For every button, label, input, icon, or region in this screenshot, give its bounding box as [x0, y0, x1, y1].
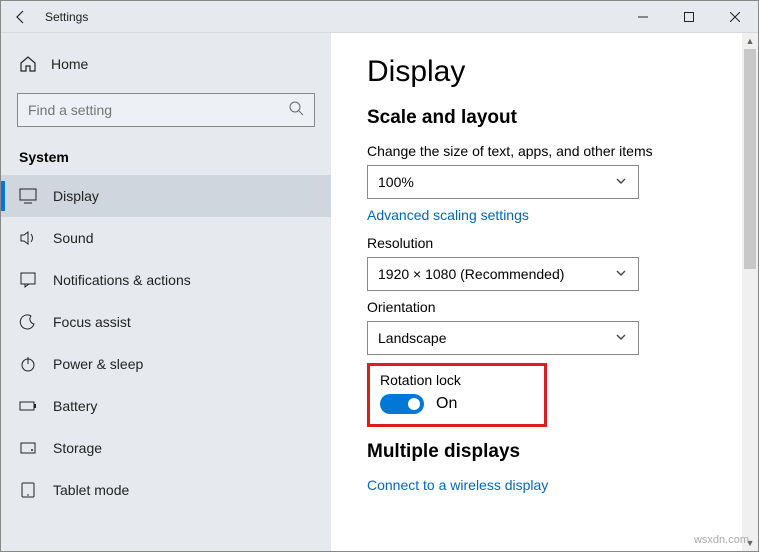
resolution-value: 1920 × 1080 (Recommended) [378, 266, 564, 282]
chevron-down-icon [614, 330, 628, 347]
back-button[interactable] [1, 9, 41, 25]
scrollbar-up[interactable]: ▲ [742, 33, 758, 49]
titlebar: Settings [1, 1, 758, 33]
orientation-select[interactable]: Landscape [367, 321, 639, 355]
sidebar-item-label: Battery [53, 398, 97, 414]
sidebar-item-battery[interactable]: Battery [1, 385, 331, 427]
storage-icon [19, 439, 37, 457]
sidebar-item-label: Display [53, 188, 99, 204]
sound-icon [19, 229, 37, 247]
battery-icon [19, 397, 37, 415]
orientation-value: Landscape [378, 330, 447, 346]
sidebar-item-label: Power & sleep [53, 356, 143, 372]
sidebar-item-storage[interactable]: Storage [1, 427, 331, 469]
page-title: Display [367, 55, 722, 89]
search-input[interactable] [28, 102, 288, 118]
scrollbar[interactable]: ▲ ▼ [742, 33, 758, 551]
body: Home System Display Sound Notifications … [1, 33, 758, 551]
minimize-button[interactable] [620, 1, 666, 33]
section-multiple-displays: Multiple displays [367, 441, 722, 463]
home-item[interactable]: Home [1, 45, 331, 83]
chevron-down-icon [614, 174, 628, 191]
focus-assist-icon [19, 313, 37, 331]
display-icon [19, 187, 37, 205]
sidebar-item-power-sleep[interactable]: Power & sleep [1, 343, 331, 385]
section-title: System [1, 131, 331, 175]
sidebar-item-label: Focus assist [53, 314, 131, 330]
window-title: Settings [45, 10, 88, 24]
sidebar-item-label: Tablet mode [53, 482, 129, 498]
resolution-select[interactable]: 1920 × 1080 (Recommended) [367, 257, 639, 291]
home-icon [19, 55, 37, 73]
rotation-toggle[interactable] [380, 394, 424, 414]
chevron-down-icon [614, 266, 628, 283]
watermark: wsxdn.com [694, 534, 749, 546]
rotation-lock-highlight: Rotation lock On [367, 363, 547, 427]
sidebar-item-display[interactable]: Display [1, 175, 331, 217]
sidebar-item-label: Notifications & actions [53, 272, 191, 288]
scale-label: Change the size of text, apps, and other… [367, 143, 722, 159]
scale-value: 100% [378, 174, 414, 190]
wireless-display-link[interactable]: Connect to a wireless display [367, 477, 722, 493]
home-label: Home [51, 56, 88, 72]
scrollbar-thumb[interactable] [744, 49, 756, 269]
section-scale-layout: Scale and layout [367, 107, 722, 129]
settings-window: Settings Home System Display Sound [0, 0, 759, 552]
sidebar-item-label: Storage [53, 440, 102, 456]
power-icon [19, 355, 37, 373]
scale-select[interactable]: 100% [367, 165, 639, 199]
sidebar-item-label: Sound [53, 230, 93, 246]
advanced-scaling-link[interactable]: Advanced scaling settings [367, 207, 722, 223]
close-button[interactable] [712, 1, 758, 33]
content-area: Display Scale and layout Change the size… [331, 33, 758, 551]
toggle-knob [408, 398, 420, 410]
sidebar: Home System Display Sound Notifications … [1, 33, 331, 551]
rotation-label: Rotation lock [380, 372, 534, 388]
search-box[interactable] [17, 93, 315, 127]
maximize-button[interactable] [666, 1, 712, 33]
resolution-label: Resolution [367, 235, 722, 251]
sidebar-item-focus-assist[interactable]: Focus assist [1, 301, 331, 343]
tablet-icon [19, 481, 37, 499]
orientation-label: Orientation [367, 299, 722, 315]
notifications-icon [19, 271, 37, 289]
rotation-value: On [436, 395, 457, 413]
sidebar-item-tablet-mode[interactable]: Tablet mode [1, 469, 331, 511]
sidebar-item-notifications[interactable]: Notifications & actions [1, 259, 331, 301]
search-icon [288, 100, 304, 121]
sidebar-item-sound[interactable]: Sound [1, 217, 331, 259]
